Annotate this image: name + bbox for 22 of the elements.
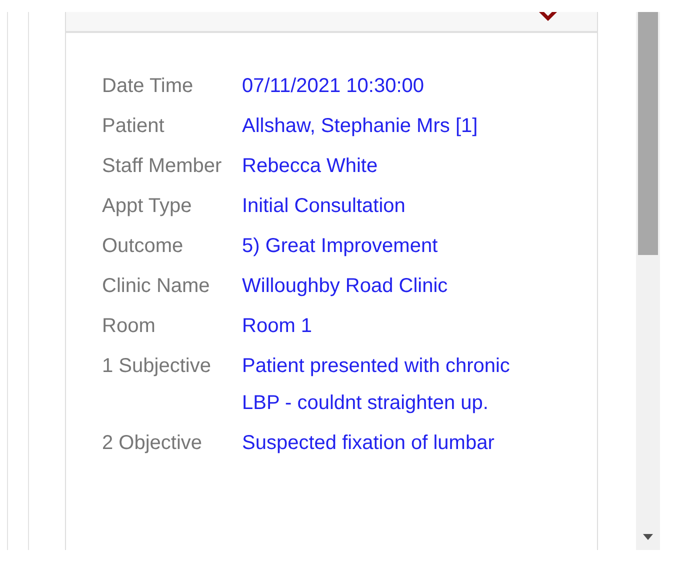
scrollbar[interactable]: [636, 12, 660, 550]
field-label: 2 Objective: [102, 431, 204, 456]
field-value: Willoughby Road Clinic: [242, 274, 449, 299]
field-value: 5) Great Improvement: [242, 234, 439, 259]
chevron-down-icon[interactable]: [539, 12, 557, 21]
scroll-down-icon[interactable]: [643, 534, 653, 540]
field-label: Clinic Name: [102, 274, 211, 299]
field-label: Staff Member: [102, 154, 223, 179]
field-label: Appt Type: [102, 194, 193, 219]
field-label: Room: [102, 314, 156, 339]
field-value: Room 1: [242, 314, 314, 339]
field-value: Suspected fixation of lumbar: [242, 431, 496, 456]
field-value: 07/11/2021 10:30:00: [242, 74, 426, 99]
field-label: 1 Subjective: [102, 354, 212, 379]
field-value: Patient presented with chronic LBP - couldnt straighten up.: [242, 354, 511, 416]
scrollbar-thumb[interactable]: [638, 12, 658, 255]
field-value: Initial Consultation: [242, 194, 406, 219]
field-value: Allshaw, Stephanie Mrs [1]: [242, 114, 479, 139]
field-label: Outcome: [102, 234, 184, 259]
field-label: Date Time: [102, 74, 194, 99]
field-value: Rebecca White: [242, 154, 379, 179]
field-label: Patient: [102, 114, 166, 139]
